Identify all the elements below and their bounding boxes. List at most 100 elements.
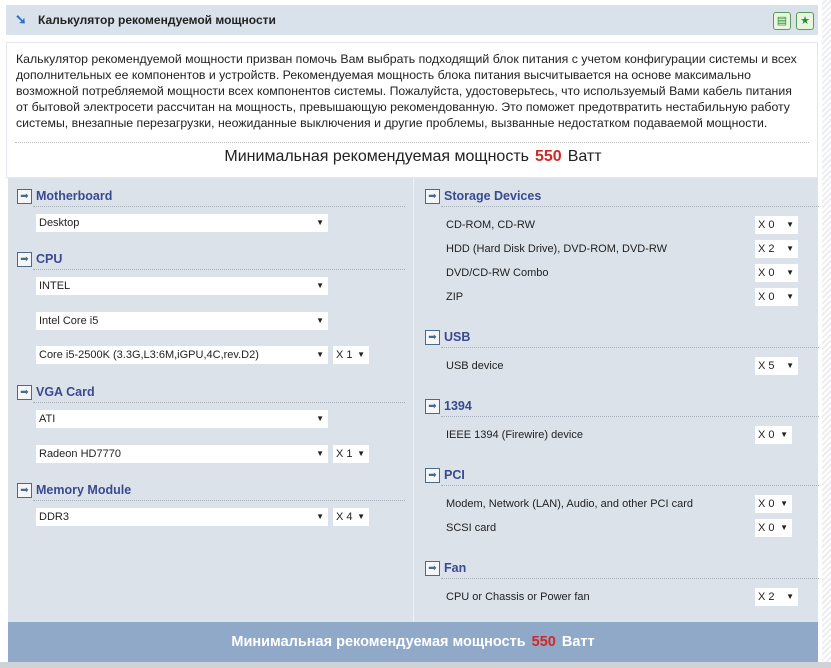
select-value: INTEL: [39, 280, 71, 292]
chevron-down-icon: ▼: [786, 244, 794, 253]
select-value: X 1: [336, 349, 353, 361]
device-label: USB device: [446, 360, 504, 372]
select-value: X 0: [758, 267, 775, 279]
device-label: ZIP: [446, 291, 464, 303]
result-value: 550: [535, 148, 562, 165]
bookmark-star-icon[interactable]: ★: [796, 12, 814, 30]
device-label: Modem, Network (LAN), Audio, and other P…: [446, 498, 693, 510]
chevron-down-icon: ▼: [786, 592, 794, 601]
section-divider: [441, 416, 819, 417]
page-edge: [822, 0, 831, 662]
select-value: X 0: [758, 219, 775, 231]
select-value: X 5: [758, 360, 775, 372]
ieee1394-qty-select[interactable]: X 0 ▼: [755, 426, 792, 444]
select-value: X 0: [758, 498, 775, 510]
section-title: Fan: [444, 561, 467, 575]
memory-qty-select[interactable]: X 4 ▼: [333, 508, 369, 526]
chevron-down-icon: ▼: [316, 316, 324, 325]
device-label: SCSI card: [446, 522, 497, 534]
section-divider: [33, 206, 405, 207]
chevron-down-icon: ▼: [357, 449, 365, 458]
print-icon[interactable]: ▤: [773, 12, 791, 30]
section-divider: [33, 402, 405, 403]
section-divider: [441, 485, 819, 486]
chevron-down-icon: ▼: [357, 512, 365, 521]
section-title: VGA Card: [36, 385, 95, 399]
vga-qty-select[interactable]: X 1 ▼: [333, 445, 369, 463]
select-value: X 0: [758, 291, 775, 303]
storage-qty-select[interactable]: X 0 ▼: [755, 264, 798, 282]
description: Калькулятор рекомендуемой мощности призв…: [16, 52, 797, 130]
fan-qty-select[interactable]: X 2 ▼: [755, 588, 798, 606]
cpu-family-select[interactable]: Intel Core i5 ▼: [36, 312, 328, 330]
chevron-down-icon: ▼: [780, 430, 788, 439]
result-unit: Ватт: [567, 148, 602, 165]
section-arrow-icon: ➡: [425, 561, 440, 576]
chevron-down-icon: ▼: [316, 350, 324, 359]
panel-header: ➘ Калькулятор рекомендуемой мощности ▤ ★: [6, 5, 818, 35]
chevron-down-icon: ▼: [316, 414, 324, 423]
chevron-down-icon: ▼: [316, 218, 324, 227]
motherboard-type-select[interactable]: Desktop ▼: [36, 214, 328, 232]
section-arrow-icon: ➡: [17, 385, 32, 400]
pci-qty-select[interactable]: X 0 ▼: [755, 495, 792, 513]
result-label: Минимальная рекомендуемая мощность: [231, 634, 526, 650]
device-label: CD-ROM, CD-RW: [446, 219, 536, 231]
info-panel: Калькулятор рекомендуемой мощности призв…: [6, 42, 818, 178]
section-arrow-icon: ➡: [425, 468, 440, 483]
select-value: Intel Core i5: [39, 315, 99, 327]
result-top: Минимальная рекомендуемая мощность 550 Ват…: [7, 148, 819, 166]
device-label: CPU or Chassis or Power fan: [446, 591, 590, 603]
chevron-down-icon: ▼: [316, 449, 324, 458]
chevron-down-icon: ▼: [780, 523, 788, 532]
device-label: HDD (Hard Disk Drive), DVD-ROM, DVD-RW: [446, 243, 668, 255]
section-title: CPU: [36, 252, 63, 266]
select-value: X 0: [758, 429, 775, 441]
section-divider: [441, 347, 819, 348]
usb-qty-select[interactable]: X 5 ▼: [755, 357, 798, 375]
chevron-down-icon: ▼: [786, 361, 794, 370]
cpu-vendor-select[interactable]: INTEL ▼: [36, 277, 328, 295]
section-title: Motherboard: [36, 189, 113, 203]
select-value: ATI: [39, 413, 56, 425]
chevron-down-icon: ▼: [316, 512, 324, 521]
section-title: PCI: [444, 468, 465, 482]
select-value: Desktop: [39, 217, 80, 229]
divider: [15, 142, 809, 143]
select-value: Radeon HD7770: [39, 448, 121, 460]
panel-title: Калькулятор рекомендуемой мощности: [38, 13, 276, 27]
section-arrow-icon: ➡: [17, 189, 32, 204]
section-arrow-icon: ➡: [425, 399, 440, 414]
pci-qty-select[interactable]: X 0 ▼: [755, 519, 792, 537]
storage-qty-select[interactable]: X 0 ▼: [755, 288, 798, 306]
chevron-down-icon: ▼: [316, 281, 324, 290]
vga-model-select[interactable]: Radeon HD7770 ▼: [36, 445, 328, 463]
section-title: 1394: [444, 399, 472, 413]
storage-qty-select[interactable]: X 2 ▼: [755, 240, 798, 258]
section-divider: [33, 269, 405, 270]
select-value: DDR3: [39, 511, 69, 523]
cpu-qty-select[interactable]: X 1 ▼: [333, 346, 369, 364]
section-arrow-icon: ➡: [17, 252, 32, 267]
chevron-down-icon: ▼: [786, 220, 794, 229]
select-value: X 2: [758, 591, 775, 603]
storage-qty-select[interactable]: X 0 ▼: [755, 216, 798, 234]
bottom-shadow: [0, 662, 831, 668]
device-label: IEEE 1394 (Firewire) device: [446, 429, 583, 441]
result-bottom: Минимальная рекомендуемая мощность 550 Ват…: [8, 622, 818, 662]
arrow-down-right-icon: ➘: [15, 11, 27, 27]
vga-vendor-select[interactable]: ATI ▼: [36, 410, 328, 428]
result-label: Минимальная рекомендуемая мощность: [224, 148, 529, 165]
cpu-model-select[interactable]: Core i5-2500K (3.3G,L3:6M,iGPU,4C,rev.D2…: [36, 346, 328, 364]
section-arrow-icon: ➡: [425, 330, 440, 345]
section-arrow-icon: ➡: [425, 189, 440, 204]
select-value: X 4: [336, 511, 353, 523]
section-divider: [441, 206, 819, 207]
memory-type-select[interactable]: DDR3 ▼: [36, 508, 328, 526]
select-value: X 2: [758, 243, 775, 255]
chevron-down-icon: ▼: [786, 292, 794, 301]
select-value: X 1: [336, 448, 353, 460]
section-arrow-icon: ➡: [17, 483, 32, 498]
chevron-down-icon: ▼: [786, 268, 794, 277]
section-title: USB: [444, 330, 471, 344]
